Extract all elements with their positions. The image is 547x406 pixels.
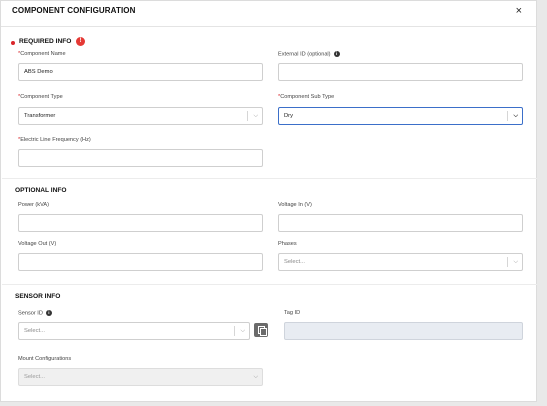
select-separator xyxy=(234,326,235,336)
voltage-in-label: Voltage In (V) xyxy=(278,202,312,208)
select-separator xyxy=(507,111,508,121)
tag-id-label: Tag ID xyxy=(284,310,301,316)
chevron-down-icon[interactable]: ⌵ xyxy=(253,108,258,124)
dialog-title: COMPONENT CONFIGURATION xyxy=(12,6,136,15)
info-icon[interactable]: i xyxy=(333,51,340,57)
info-icon[interactable]: i xyxy=(45,310,52,316)
voltage-out-input[interactable] xyxy=(18,253,263,271)
sensor-id-label: Sensor ID i xyxy=(18,310,52,316)
copy-icon[interactable] xyxy=(254,323,268,337)
chevron-down-icon[interactable]: ⌵ xyxy=(513,254,518,270)
section-divider xyxy=(2,284,537,285)
component-type-label: *Component Type xyxy=(18,94,63,100)
sensor-info-title: SENSOR INFO xyxy=(15,293,61,300)
component-type-value: Transformer xyxy=(24,113,56,119)
phases-select[interactable]: Select... ⌵ xyxy=(278,253,523,271)
phases-placeholder: Select... xyxy=(284,259,305,265)
component-configuration-dialog: COMPONENT CONFIGURATION × REQUIRED INFO … xyxy=(0,0,537,402)
component-sub-type-select[interactable]: Dry ⌵ xyxy=(278,107,523,125)
chevron-down-icon: ⌵ xyxy=(253,374,258,380)
power-input[interactable] xyxy=(18,214,263,232)
select-separator xyxy=(507,257,508,267)
dialog-header: COMPONENT CONFIGURATION × xyxy=(1,1,536,27)
select-separator xyxy=(247,111,248,121)
voltage-in-input[interactable] xyxy=(278,214,523,232)
section-divider xyxy=(2,178,537,179)
external-id-input[interactable] xyxy=(278,63,523,81)
required-info-title: REQUIRED INFO xyxy=(19,38,72,45)
chevron-down-icon[interactable]: ⌵ xyxy=(513,108,518,124)
component-name-input[interactable]: ABS Demo xyxy=(18,63,263,81)
close-icon[interactable]: × xyxy=(516,5,522,17)
line-frequency-label: *Electric Line Frequency (Hz) xyxy=(18,137,91,143)
mount-configurations-label: Mount Configurations xyxy=(18,356,72,362)
component-sub-type-value: Dry xyxy=(284,113,294,119)
sensor-id-placeholder: Select... xyxy=(24,328,45,334)
mount-configurations-select: Select... ⌵ xyxy=(18,368,263,386)
tag-id-input xyxy=(284,322,523,340)
required-indicator-dot xyxy=(11,41,15,45)
voltage-out-label: Voltage Out (V) xyxy=(18,241,57,247)
sensor-id-select[interactable]: Select... ⌵ xyxy=(18,322,250,340)
phases-label: Phases xyxy=(278,241,297,247)
optional-info-title: OPTIONAL INFO xyxy=(15,187,67,194)
external-id-label: External ID (optional) i xyxy=(278,51,340,57)
component-type-select[interactable]: Transformer ⌵ xyxy=(18,107,263,125)
component-sub-type-label: *Component Sub Type xyxy=(278,94,335,100)
component-name-label: *Component Name xyxy=(18,51,66,57)
line-frequency-input[interactable] xyxy=(18,149,263,167)
power-label: Power (kVA) xyxy=(18,202,49,208)
error-icon: ! xyxy=(76,37,85,46)
mount-configurations-placeholder: Select... xyxy=(24,374,45,380)
chevron-down-icon[interactable]: ⌵ xyxy=(240,323,245,339)
